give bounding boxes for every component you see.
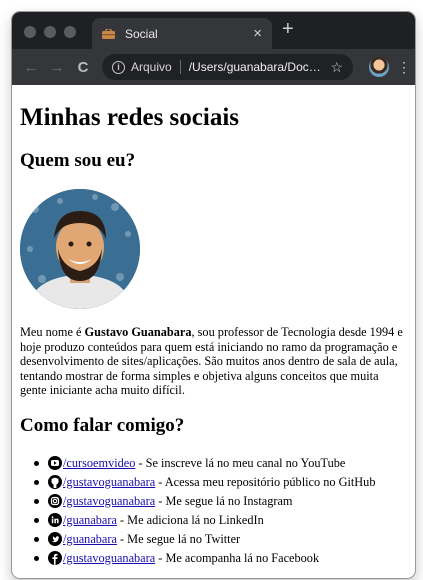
linkedin-link[interactable]: /guanabara	[63, 511, 117, 530]
bookmark-star-icon[interactable]: ☆	[330, 59, 343, 76]
link-description: - Me adiciona lá no LinkedIn	[116, 512, 264, 527]
maximize-window-button[interactable]	[64, 26, 76, 38]
page-content: Minhas redes sociais Quem sou eu? Meu no…	[12, 85, 415, 568]
window-controls	[24, 26, 76, 38]
list-item: /guanabara - Me adiciona lá no LinkedIn	[34, 511, 407, 530]
reload-button[interactable]: C	[72, 59, 94, 76]
tab-bar: Social × +	[12, 12, 415, 49]
about-heading: Quem sou eu?	[20, 150, 136, 171]
link-description: - Me acompanha lá no Facebook	[155, 550, 320, 565]
bullet	[34, 555, 39, 561]
bullet	[34, 536, 39, 542]
profile-photo	[20, 189, 140, 309]
minimize-window-button[interactable]	[44, 26, 56, 38]
github-link[interactable]: /gustavoguanabara	[63, 473, 155, 492]
list-item: /cursoemvideo - Se inscreve lá no meu ca…	[34, 454, 407, 473]
linkedin-icon	[48, 513, 62, 527]
briefcase-icon	[102, 28, 115, 39]
link-description: - Me segue lá no Instagram	[155, 493, 293, 508]
page-title: Minhas redes sociais	[20, 104, 239, 131]
back-button[interactable]: ←	[20, 59, 42, 76]
bullet	[34, 498, 39, 504]
address-separator	[179, 60, 181, 74]
list-item: /guanabara - Me segue lá no Twitter	[34, 530, 407, 549]
profile-avatar[interactable]	[369, 57, 389, 77]
tab-social[interactable]: Social ×	[92, 18, 272, 49]
tab-title: Social	[125, 26, 158, 41]
bio-intro: Meu nome é	[20, 325, 85, 339]
new-tab-button[interactable]: +	[282, 19, 294, 39]
list-item: /gustavoguanabara - Me acompanha lá no F…	[34, 549, 407, 568]
browser-window: Social × + ← → C i Arquivo /Users/guanab…	[12, 12, 415, 578]
info-icon[interactable]: i	[112, 60, 125, 74]
twitter-link[interactable]: /guanabara	[63, 530, 117, 549]
menu-dots-icon[interactable]: ⋮	[397, 59, 411, 76]
bullet	[34, 460, 39, 466]
close-window-button[interactable]	[24, 26, 36, 38]
address-bar[interactable]: i Arquivo /Users/guanabara/Docum... ☆	[102, 54, 353, 80]
facebook-icon	[48, 551, 62, 565]
bio-name: Gustavo Guanabara	[84, 325, 192, 339]
social-links-list: /cursoemvideo - Se inscreve lá no meu ca…	[20, 454, 407, 568]
link-description: - Me segue lá no Twitter	[116, 531, 241, 546]
browser-toolbar: ← → C i Arquivo /Users/guanabara/Docum..…	[12, 49, 415, 85]
instagram-link[interactable]: /gustavoguanabara	[63, 492, 155, 511]
forward-button[interactable]: →	[46, 59, 68, 76]
youtube-icon	[48, 456, 62, 470]
bio-paragraph: Meu nome é Gustavo Guanabara, sou profes…	[20, 325, 407, 398]
instagram-icon	[48, 494, 62, 508]
facebook-link[interactable]: /gustavoguanabara	[63, 549, 155, 568]
youtube-link[interactable]: /cursoemvideo	[63, 454, 135, 473]
url-text: /Users/guanabara/Docum...	[188, 60, 325, 74]
scheme-label: Arquivo	[131, 60, 172, 74]
list-item: /gustavoguanabara - Me segue lá no Insta…	[34, 492, 407, 511]
contact-heading: Como falar comigo?	[20, 414, 185, 436]
link-description: - Acessa meu repositório público no GitH…	[155, 474, 376, 489]
tab-close-icon[interactable]: ×	[253, 26, 262, 41]
list-item: /gustavoguanabara - Acessa meu repositór…	[34, 473, 407, 492]
link-description: - Se inscreve lá no meu canal no YouTube	[135, 455, 346, 470]
github-icon	[48, 475, 62, 489]
bullet	[34, 517, 39, 523]
twitter-icon	[48, 532, 62, 546]
bullet	[34, 479, 39, 485]
